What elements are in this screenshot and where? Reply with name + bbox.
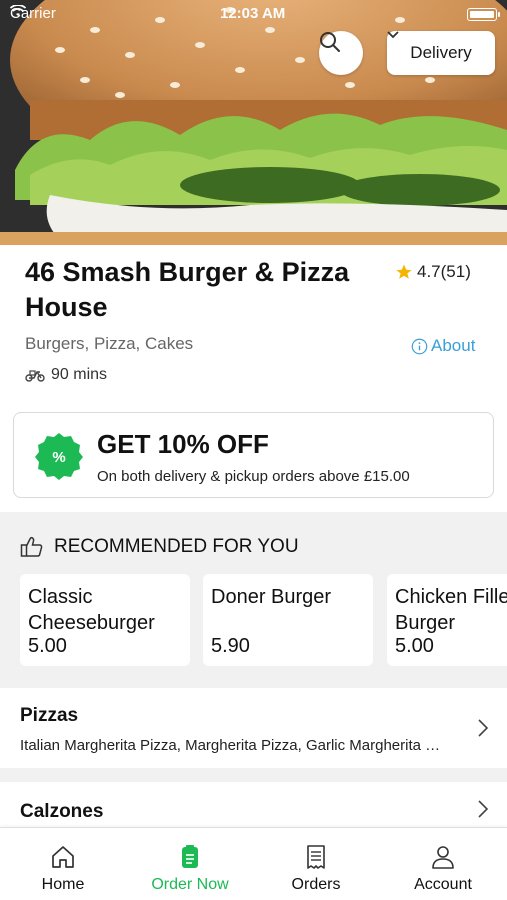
recommended-item-price: 5.90	[211, 635, 250, 657]
restaurant-name: 46 Smash Burger & Pizza House	[25, 257, 350, 322]
recommended-heading: RECOMMENDED FOR YOU	[54, 536, 299, 557]
receipt-icon	[307, 845, 325, 869]
recommended-section: RECOMMENDED FOR YOU Classic Cheeseburger…	[0, 512, 507, 688]
wifi-icon	[10, 5, 26, 16]
recommended-item-name: Classic Cheeseburger	[28, 586, 155, 634]
svg-text:%: %	[52, 449, 65, 466]
tab-label: Order Now	[151, 876, 229, 893]
discount-badge-icon: %	[35, 433, 83, 480]
recommended-item-name: Chicken Fillet Burger	[395, 586, 507, 634]
chevron-right-icon	[478, 800, 489, 818]
rating-value: 4.7(51)	[417, 262, 471, 281]
carrier-indicator: Carrier	[10, 5, 56, 22]
order-icon	[182, 845, 198, 868]
rating: 4.7(51)	[395, 262, 471, 282]
category-description: Italian Margherita Pizza, Margherita Piz…	[20, 737, 450, 754]
account-icon	[432, 846, 454, 869]
tab-home[interactable]: Home	[0, 828, 126, 900]
cuisines: Burgers, Pizza, Cakes	[25, 334, 194, 353]
recommended-item-card[interactable]: Chicken Fillet Burger 5.00	[387, 574, 507, 666]
recommended-item-price: 5.00	[28, 635, 67, 657]
tab-label: Home	[41, 876, 85, 893]
recommended-item-card[interactable]: Classic Cheeseburger 5.00	[20, 574, 190, 666]
tab-orders[interactable]: Orders	[253, 828, 379, 900]
delivery-time: 90 mins	[25, 366, 107, 384]
tab-bar: Home Order Now Orders Account	[0, 827, 507, 900]
about-link[interactable]: About	[411, 336, 475, 356]
category-title: Calzones	[20, 801, 104, 822]
scooter-icon	[25, 370, 45, 382]
category-row-calzones[interactable]: Calzones	[0, 782, 507, 827]
clock: 12:03 AM	[220, 5, 286, 22]
offer-banner[interactable]: % GET 10% OFF On both delivery & pickup …	[13, 412, 494, 498]
offer-title: GET 10% OFF	[97, 429, 269, 459]
delivery-time-label: 90 mins	[51, 366, 108, 383]
recommended-item-price: 5.00	[395, 635, 434, 657]
thumbs-up-icon	[20, 536, 43, 557]
delivery-mode-select[interactable]: Delivery	[387, 31, 495, 75]
tab-order-now[interactable]: Order Now	[127, 828, 253, 900]
chevron-right-icon	[478, 719, 489, 737]
tab-label: Account	[414, 876, 472, 893]
search-icon	[320, 32, 340, 52]
status-bar: Carrier 12:03 AM	[0, 0, 507, 28]
tab-account[interactable]: Account	[380, 828, 506, 900]
category-row-pizzas[interactable]: Pizzas Italian Margherita Pizza, Margher…	[0, 688, 507, 768]
recommended-item-card[interactable]: Doner Burger 5.90	[203, 574, 373, 666]
recommended-item-name: Doner Burger	[211, 586, 332, 608]
section-divider	[0, 768, 507, 782]
star-icon	[396, 264, 412, 279]
about-label: About	[431, 336, 476, 355]
chevron-down-icon	[387, 31, 399, 39]
hero-image: Carrier 12:03 AM Delivery	[0, 0, 507, 245]
info-icon	[411, 338, 428, 354]
recommended-header: RECOMMENDED FOR YOU	[20, 536, 299, 558]
offer-subtitle: On both delivery & pickup orders above £…	[97, 468, 410, 485]
battery-icon	[467, 8, 500, 21]
tab-label: Orders	[291, 876, 341, 893]
delivery-mode-label: Delivery	[410, 43, 472, 62]
home-icon	[52, 846, 74, 868]
search-button[interactable]	[319, 31, 363, 75]
category-title: Pizzas	[20, 705, 79, 726]
